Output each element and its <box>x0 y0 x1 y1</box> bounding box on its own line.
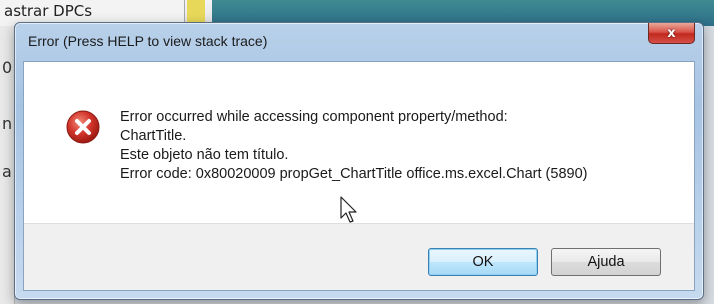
dialog-title-bar[interactable]: Error (Press HELP to view stack trace) x <box>15 23 703 59</box>
message-line: Error occurred while accessing component… <box>120 109 508 125</box>
message-line: Error code: 0x80020009 propGet_ChartTitl… <box>120 166 588 182</box>
help-button[interactable]: Ajuda <box>551 248 661 276</box>
error-icon <box>66 110 100 144</box>
error-message: Error occurred while accessing component… <box>120 108 680 184</box>
mouse-cursor-icon <box>340 196 357 223</box>
background-row-letter: n <box>2 114 13 133</box>
message-line: Este objeto não tem título. <box>120 147 289 163</box>
background-row-letter: a <box>2 162 12 181</box>
dialog-content: Error occurred while accessing component… <box>23 61 695 291</box>
close-button[interactable]: x <box>648 23 695 44</box>
close-icon: x <box>667 25 676 41</box>
message-line: ChartTitle. <box>120 128 187 144</box>
error-dialog: Error (Press HELP to view stack trace) x… <box>14 22 704 300</box>
background-cell-text: astrar DPCs <box>4 2 93 20</box>
background-row-strip: 0 n a <box>0 26 15 304</box>
background-row-letter: 0 <box>2 58 13 77</box>
ok-button[interactable]: OK <box>428 248 538 276</box>
dialog-title: Error (Press HELP to view stack trace) <box>28 33 268 49</box>
